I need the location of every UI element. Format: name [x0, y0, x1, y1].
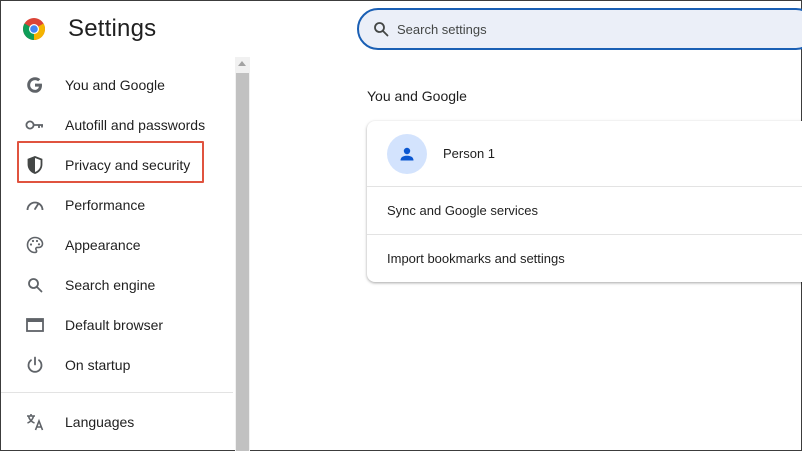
power-icon — [25, 355, 45, 375]
sidebar-item-label: You and Google — [65, 77, 165, 93]
scroll-thumb[interactable] — [236, 73, 249, 451]
sidebar: You and Google Autofill and passwords Pr… — [1, 59, 235, 451]
palette-icon — [25, 235, 45, 255]
search-icon — [374, 22, 389, 37]
highlight-box — [17, 141, 204, 183]
sidebar-item-on-startup[interactable]: On startup — [1, 345, 235, 385]
section-title: You and Google — [367, 88, 467, 104]
sidebar-item-label: Autofill and passwords — [65, 117, 206, 133]
sidebar-item-label: Languages — [65, 414, 135, 430]
sync-and-google-services-row[interactable]: Sync and Google services — [367, 186, 802, 234]
sidebar-scrollbar[interactable] — [235, 57, 250, 451]
sidebar-item-languages[interactable]: Languages — [1, 402, 235, 442]
search-input[interactable] — [397, 21, 777, 37]
person-row[interactable]: Person 1 — [367, 121, 802, 186]
person-icon — [400, 147, 414, 160]
sidebar-item-performance[interactable]: Performance — [1, 185, 235, 225]
page-title: Settings — [68, 15, 157, 42]
chrome-logo-icon — [23, 18, 45, 40]
sidebar-item-label: Search engine — [65, 277, 156, 293]
sidebar-item-label: Default browser — [65, 317, 164, 333]
sidebar-item-label: Appearance — [65, 237, 141, 253]
avatar — [387, 133, 427, 174]
key-icon — [25, 115, 45, 135]
you-and-google-card: Person 1 Sync and Google services Import… — [367, 121, 802, 282]
search-icon — [25, 275, 45, 295]
person-name: Person 1 — [443, 146, 496, 161]
row-label: Sync and Google services — [387, 203, 539, 218]
sidebar-item-autofill[interactable]: Autofill and passwords — [1, 105, 235, 145]
import-bookmarks-row[interactable]: Import bookmarks and settings — [367, 234, 802, 282]
sidebar-item-search-engine[interactable]: Search engine — [1, 265, 235, 305]
sidebar-item-appearance[interactable]: Appearance — [1, 225, 235, 265]
sidebar-item-default-browser[interactable]: Default browser — [1, 305, 235, 345]
google-g-icon — [25, 75, 45, 95]
sidebar-item-you-and-google[interactable]: You and Google — [1, 65, 235, 105]
sidebar-item-label: Performance — [65, 197, 146, 213]
row-label: Import bookmarks and settings — [387, 251, 565, 266]
browser-window-icon — [25, 315, 45, 335]
sidebar-divider — [1, 392, 233, 393]
sidebar-item-label: On startup — [65, 357, 131, 373]
search-box[interactable] — [357, 8, 802, 50]
window-frame: Settings You and Google Autofil — [0, 0, 802, 451]
translate-icon — [25, 412, 45, 432]
scroll-up-arrow-icon[interactable] — [238, 61, 246, 66]
speedometer-icon — [25, 195, 45, 215]
